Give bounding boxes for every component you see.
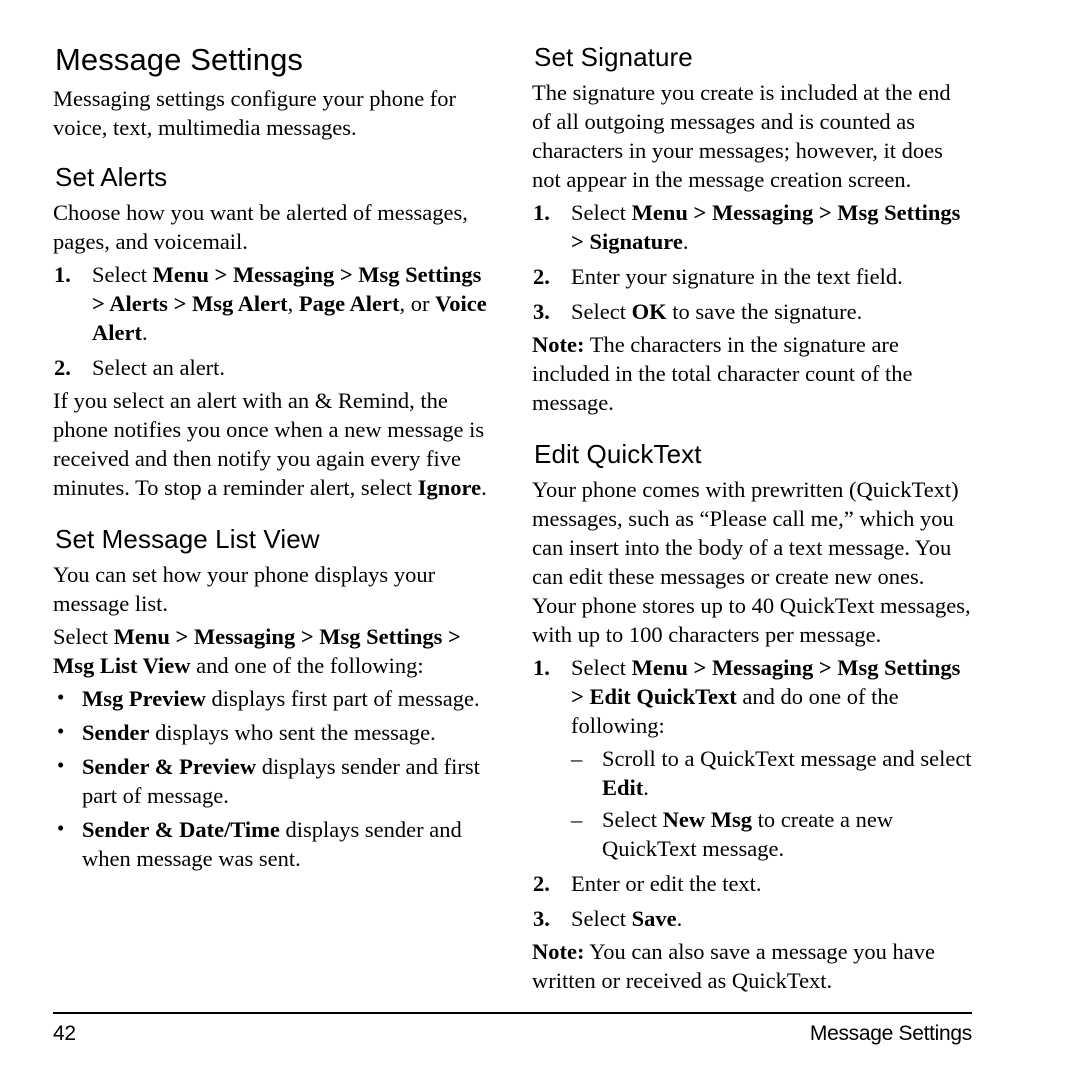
step-marker: 1.	[533, 200, 550, 225]
list-item-text: Scroll to a QuickText message and select…	[602, 746, 972, 800]
message-list-view-path: Select Menu > Messaging > Msg Settings >…	[53, 624, 461, 678]
bullet-icon: •	[57, 719, 65, 743]
set-alerts-steps: 1. Select Menu > Messaging > Msg Setting…	[53, 260, 493, 382]
step-text: Select an alert.	[92, 355, 226, 380]
section-heading-set-message-list-view: Set Message List View	[55, 524, 320, 554]
edit-quicktext-sub-options: – Scroll to a QuickText message and sele…	[571, 744, 972, 863]
right-column: Set Signature The signature you create i…	[532, 42, 972, 999]
step-marker: 1.	[54, 262, 71, 287]
bullet-icon: •	[57, 816, 65, 840]
list-item-text: Select New Msg to create a new QuickText…	[602, 807, 894, 861]
edit-quicktext-steps: 1. Select Menu > Messaging > Msg Setting…	[532, 653, 972, 933]
list-item: • Sender & Preview displays sender and f…	[53, 752, 493, 810]
set-signature-note: Note: The characters in the signature ar…	[532, 332, 913, 415]
list-item: 1. Select Menu > Messaging > Msg Setting…	[53, 260, 493, 347]
bullet-icon: •	[57, 685, 65, 709]
message-list-view-intro: You can set how your phone displays your…	[53, 562, 436, 616]
list-item: 1. Select Menu > Messaging > Msg Setting…	[532, 653, 972, 863]
section-heading-edit-quicktext: Edit QuickText	[534, 439, 702, 469]
page-number: 42	[53, 1022, 76, 1045]
list-item: • Sender displays who sent the message.	[53, 718, 493, 747]
page-columns: Message Settings Messaging settings conf…	[53, 42, 972, 993]
list-item: • Msg Preview displays first part of mes…	[53, 684, 493, 713]
running-head: Message Settings	[809, 1022, 972, 1045]
message-list-view-options: • Msg Preview displays first part of mes…	[53, 684, 493, 873]
edit-quicktext-note: Note: You can also save a message you ha…	[532, 939, 936, 993]
list-item-text: Msg Preview displays first part of messa…	[82, 686, 480, 711]
step-text: Select Menu > Messaging > Msg Settings >…	[571, 655, 961, 738]
step-text: Select Menu > Messaging > Msg Settings >…	[571, 200, 961, 254]
reminder-paragraph: If you select an alert with an & Remind,…	[53, 388, 487, 500]
list-item-text: Sender displays who sent the message.	[82, 720, 436, 745]
step-marker: 3.	[533, 906, 550, 931]
list-item: 2. Select an alert.	[53, 353, 493, 382]
step-text: Enter your signature in the text field.	[571, 264, 903, 289]
manual-page: Message Settings Messaging settings conf…	[0, 0, 1080, 1080]
section-heading-set-signature: Set Signature	[534, 42, 693, 72]
list-item-text: Sender & Preview displays sender and fir…	[82, 754, 480, 808]
footer-divider	[53, 1012, 972, 1014]
section-heading-set-alerts: Set Alerts	[55, 162, 168, 192]
edit-quicktext-intro: Your phone comes with prewritten (QuickT…	[532, 477, 971, 647]
set-alerts-intro: Choose how you want be alerted of messag…	[53, 200, 468, 254]
list-item: 1. Select Menu > Messaging > Msg Setting…	[532, 198, 972, 256]
page-title: Message Settings	[55, 42, 304, 77]
list-item-text: Sender & Date/Time displays sender and w…	[82, 817, 462, 871]
dash-icon: –	[571, 807, 583, 832]
step-text: Enter or edit the text.	[571, 871, 762, 896]
step-marker: 3.	[533, 299, 550, 324]
intro-paragraph: Messaging settings configure your phone …	[53, 86, 457, 140]
list-item: – Select New Msg to create a new QuickTe…	[571, 805, 972, 863]
step-marker: 2.	[533, 871, 550, 896]
step-text: Select Save.	[571, 906, 683, 931]
step-text: Select Menu > Messaging > Msg Settings >…	[92, 262, 487, 345]
step-marker: 2.	[54, 355, 71, 380]
set-signature-steps: 1. Select Menu > Messaging > Msg Setting…	[532, 198, 972, 326]
dash-icon: –	[571, 746, 583, 771]
list-item: • Sender & Date/Time displays sender and…	[53, 815, 493, 873]
set-signature-intro: The signature you create is included at …	[532, 80, 951, 192]
list-item: 3. Select OK to save the signature.	[532, 297, 972, 326]
step-marker: 1.	[533, 655, 550, 680]
left-column: Message Settings Messaging settings conf…	[53, 42, 493, 878]
step-text: Select OK to save the signature.	[571, 299, 863, 324]
step-marker: 2.	[533, 264, 550, 289]
bullet-icon: •	[57, 753, 65, 777]
list-item: – Scroll to a QuickText message and sele…	[571, 744, 972, 802]
list-item: 3. Select Save.	[532, 904, 972, 933]
page-footer: 42 Message Settings	[53, 1012, 972, 1062]
list-item: 2. Enter your signature in the text fiel…	[532, 262, 972, 291]
list-item: 2. Enter or edit the text.	[532, 869, 972, 898]
